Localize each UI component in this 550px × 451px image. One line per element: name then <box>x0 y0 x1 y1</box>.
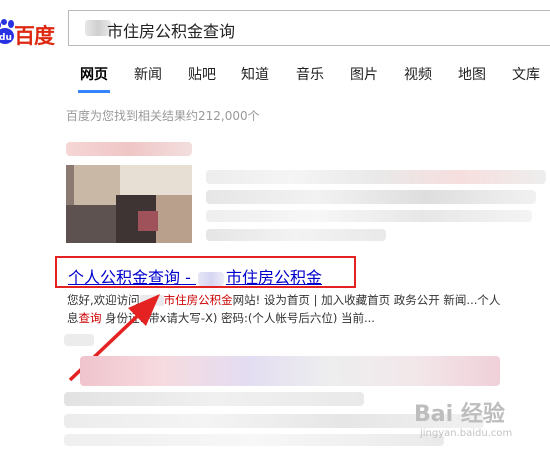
blurred-result-title <box>66 142 192 156</box>
tab-video[interactable]: 视频 <box>404 64 432 84</box>
search-input[interactable]: 市住房公积金查询 <box>68 10 550 46</box>
search-query-text: 市住房公积金查询 <box>107 22 236 41</box>
blurred-snippet-line <box>64 434 444 446</box>
tab-web[interactable]: 网页 <box>80 64 108 84</box>
blurred-snippet-line <box>206 210 532 222</box>
snippet-highlight: 市住房公积金 <box>163 293 233 307</box>
blurred-snippet-line <box>206 190 536 204</box>
tab-music[interactable]: 音乐 <box>296 64 324 84</box>
tab-tieba[interactable]: 贴吧 <box>188 64 216 84</box>
result-count: 百度为您找到相关结果约212,000个 <box>66 109 260 123</box>
blurred-snippet-line <box>64 392 364 406</box>
tab-zhidao[interactable]: 知道 <box>241 64 269 84</box>
blurred-snippet-line <box>206 170 546 184</box>
tab-news[interactable]: 新闻 <box>134 64 162 84</box>
logo-text: 百度 <box>14 24 55 48</box>
baidu-jingyan-watermark: Bai 经验 <box>414 402 505 427</box>
tab-map[interactable]: 地图 <box>458 64 486 84</box>
blurred-snippet-line <box>206 229 386 241</box>
blurred-result-title <box>80 356 500 386</box>
svg-text:du: du <box>0 33 12 43</box>
blurred-thumbnail <box>66 165 192 243</box>
tab-images[interactable]: 图片 <box>350 64 378 84</box>
blurred-result <box>64 334 94 346</box>
watermark-url: jingyan.baidu.com <box>420 428 513 439</box>
active-tab-indicator <box>78 90 110 93</box>
baidu-logo[interactable]: du 百度 <box>0 18 66 48</box>
tab-wenku[interactable]: 文库 <box>512 64 540 84</box>
snippet-text: 网站! 设为首页 | 加入收藏首页 政务公开 新闻...个人 <box>232 293 501 307</box>
